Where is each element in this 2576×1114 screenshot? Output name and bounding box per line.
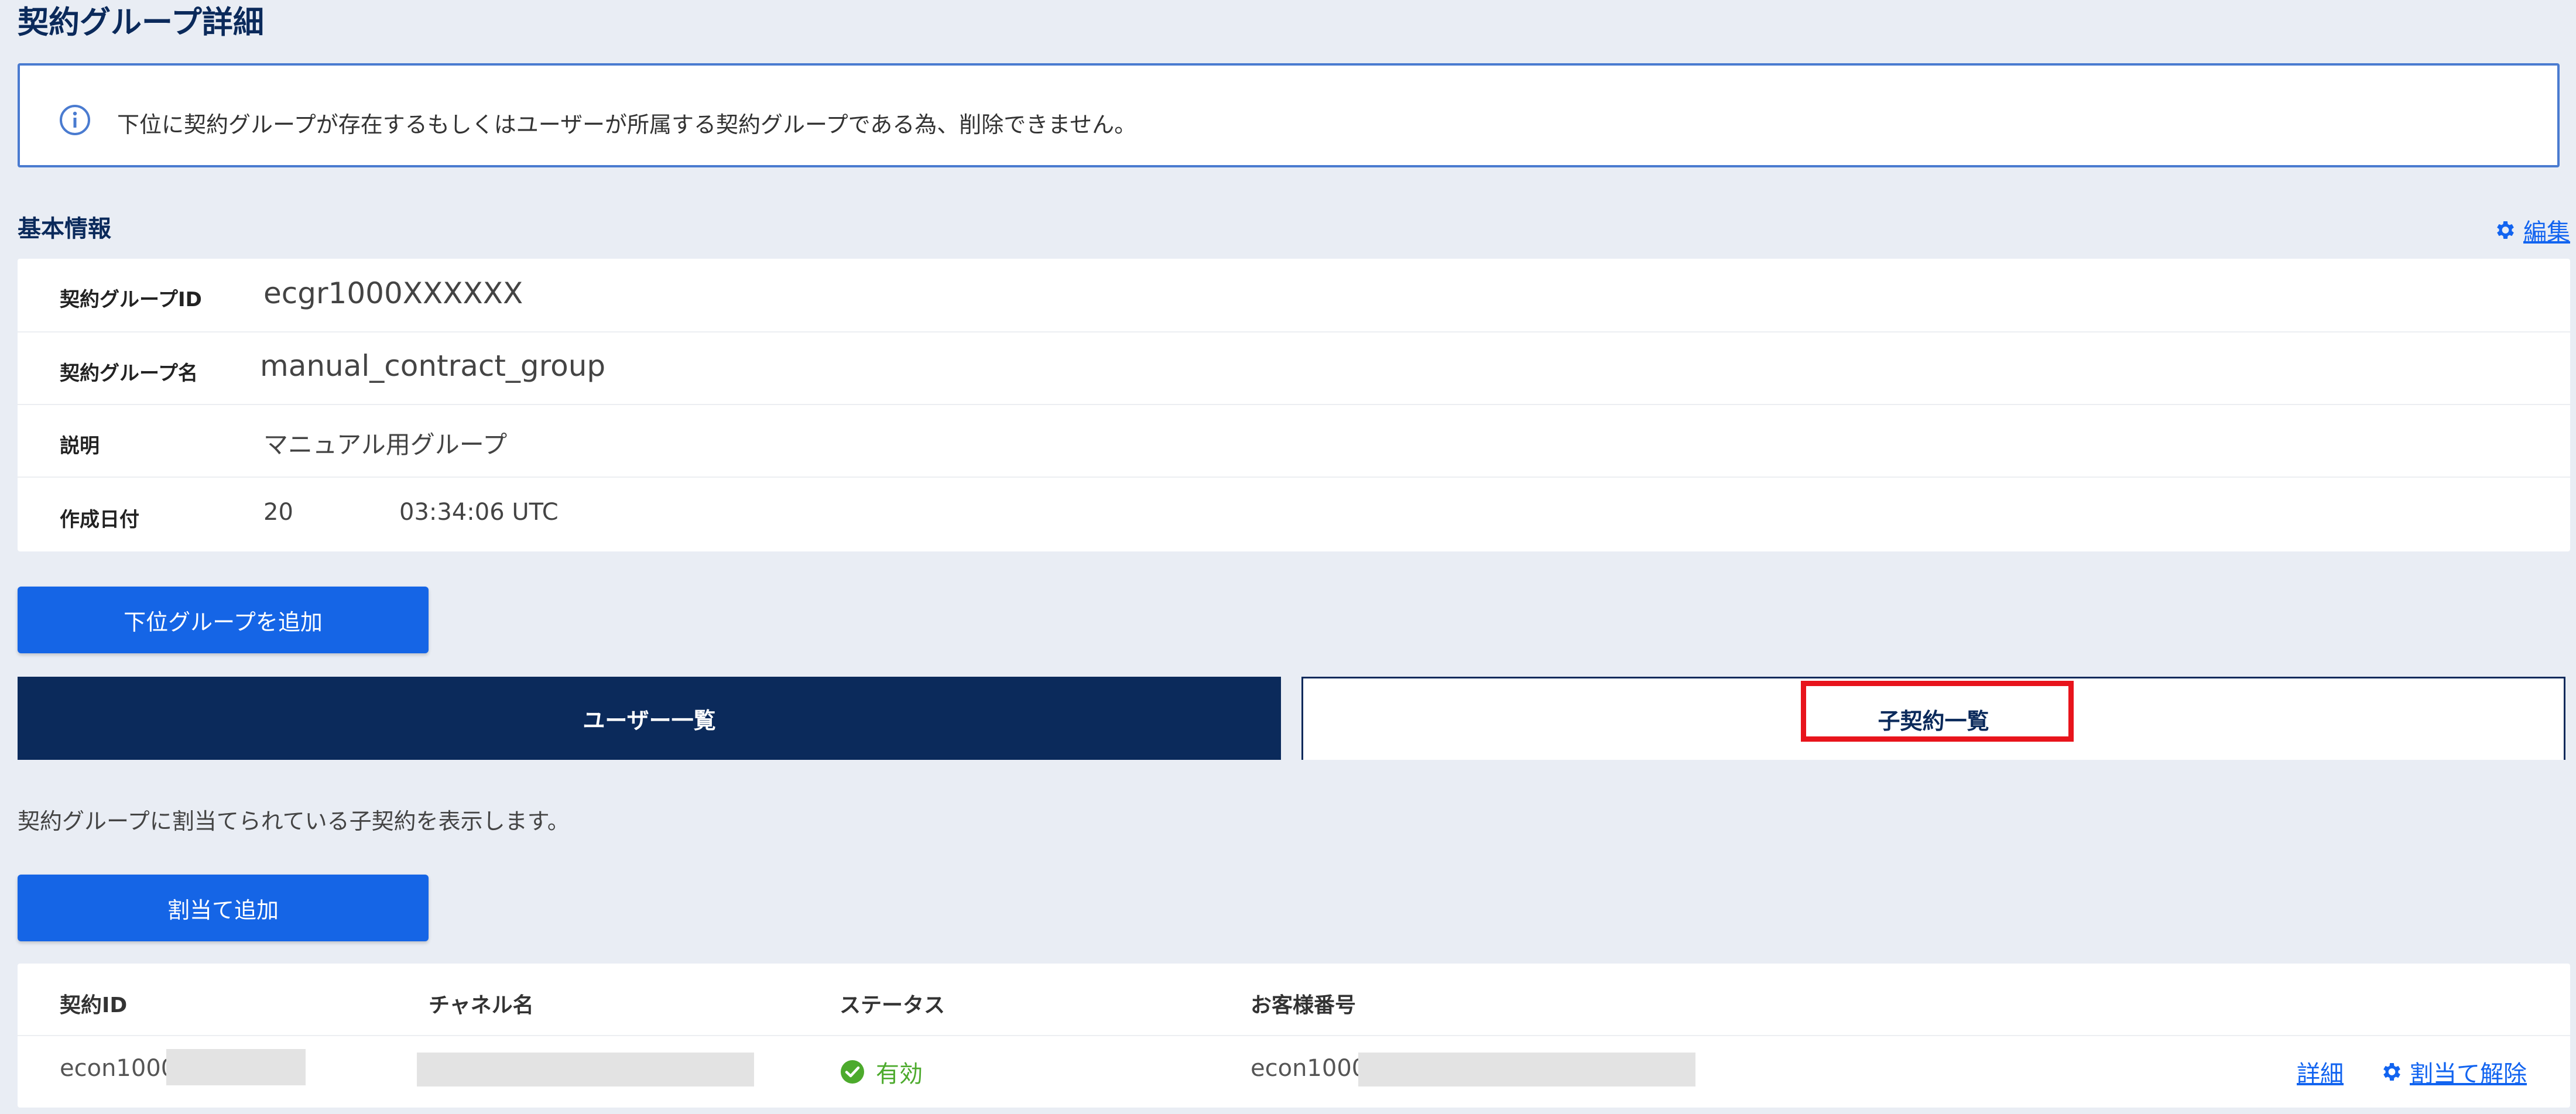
- check-circle-icon: [841, 1060, 864, 1084]
- notice-text: 下位に契約グループが存在するもしくはユーザーが所属する契約グループである為、削除…: [117, 112, 1137, 138]
- child-contract-description: 契約グループに割当てられている子契約を表示します。: [18, 808, 570, 834]
- highlight-box: [1801, 681, 2074, 742]
- row-label: 契約グループ名: [60, 362, 198, 385]
- created-date-prefix: 20: [263, 499, 293, 526]
- info-icon: [60, 105, 90, 135]
- redacted-contract-id: [166, 1049, 306, 1085]
- redacted-channel-name: [417, 1053, 754, 1086]
- info-row-contract-group-name: 契約グループ名 manual_contract_group: [18, 331, 2570, 405]
- unassign-label: 割当て解除: [2410, 1061, 2527, 1088]
- unassign-link[interactable]: 割当て解除: [2379, 1055, 2527, 1089]
- section-title-basic-info: 基本情報: [18, 215, 111, 242]
- info-row-contract-group-id: 契約グループID ecgr1000XXXXXX: [18, 259, 2570, 333]
- row-value: マニュアル用グループ: [263, 430, 508, 459]
- table-header-divider: [18, 1035, 2570, 1036]
- child-contract-table: 契約ID チャネル名 ステータス お客様番号 econ1000 有効 econ1…: [18, 964, 2570, 1108]
- add-subgroup-button[interactable]: 下位グループを追加: [18, 587, 429, 653]
- detail-link[interactable]: 詳細: [2297, 1055, 2344, 1089]
- row-label: 契約グループID: [60, 288, 202, 311]
- tab-user-list[interactable]: ユーザー一覧: [18, 677, 1281, 760]
- status-badge: 有効: [840, 1055, 923, 1089]
- edit-link[interactable]: 編集: [2493, 213, 2570, 247]
- redacted-customer-number: [1358, 1053, 1695, 1086]
- notice-box: 下位に契約グループが存在するもしくはユーザーが所属する契約グループである為、削除…: [18, 63, 2560, 167]
- row-value: ecgr1000XXXXXX: [263, 276, 523, 310]
- column-header-customer-number: お客様番号: [1251, 993, 1356, 1017]
- row-label: 説明: [60, 434, 100, 458]
- gear-icon: [2383, 1063, 2400, 1081]
- cell-customer-number: econ1000: [1251, 1055, 1367, 1082]
- cell-contract-id: econ1000: [60, 1055, 176, 1082]
- column-header-contract-id: 契約ID: [60, 993, 128, 1017]
- basic-info-card: 契約グループID ecgr1000XXXXXX 契約グループ名 manual_c…: [18, 259, 2570, 551]
- column-header-channel-name: チャネル名: [429, 993, 534, 1017]
- info-row-description: 説明 マニュアル用グループ: [18, 404, 2570, 478]
- row-label: 作成日付: [60, 508, 139, 532]
- page-title: 契約グループ詳細: [18, 5, 264, 40]
- gear-icon: [2497, 221, 2514, 239]
- row-value: manual_contract_group: [260, 349, 606, 383]
- assign-add-button[interactable]: 割当て追加: [18, 875, 429, 941]
- info-row-created-date: 作成日付 20 03:34:06 UTC: [18, 477, 2570, 551]
- column-header-status: ステータス: [840, 993, 946, 1017]
- status-label: 有効: [876, 1061, 923, 1088]
- created-date-time: 03:34:06 UTC: [399, 499, 559, 526]
- edit-label: 編集: [2523, 219, 2570, 246]
